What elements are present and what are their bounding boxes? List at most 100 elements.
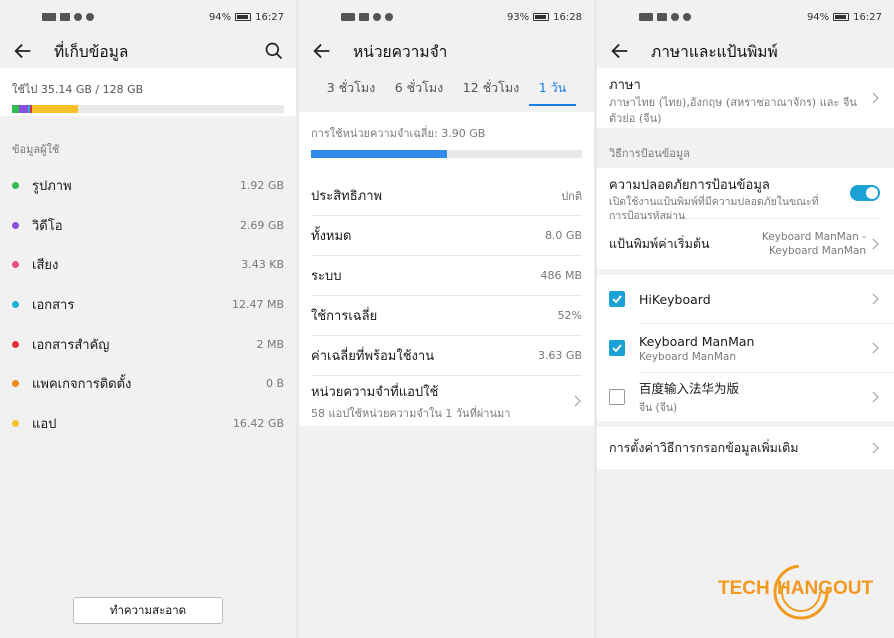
- category-size: 12.47 MB: [231, 298, 284, 312]
- category-row[interactable]: แอป 16.42 GB: [0, 404, 296, 444]
- clock: 16:28: [553, 11, 582, 23]
- category-dot-icon: [12, 380, 19, 388]
- status-bar: 94% 16:27: [597, 0, 894, 34]
- storage-usage: ใช้ไป 35.14 GB / 128 GB: [0, 68, 296, 116]
- language-item[interactable]: ภาษา ภาษาไทย (ไทย),อังกฤษ (สหราชอาณาจักร…: [597, 68, 894, 128]
- category-row[interactable]: เอกสาร 12.47 MB: [0, 285, 296, 325]
- category-dot-icon: [12, 221, 19, 229]
- default-keyboard-value: Keyboard ManMan - Keyboard ManMan: [761, 231, 866, 257]
- input-settings: ความปลอดภัยการป้อนข้อมูล เปิดใช้งานแป้นพ…: [597, 168, 894, 269]
- memory-row-label: ระบบ: [311, 269, 342, 284]
- signal-icons: [42, 13, 94, 21]
- category-label: แพคเกจการติดตั้ง: [32, 377, 132, 393]
- memory-row-label: ใช้การเฉลี่ย: [311, 309, 378, 324]
- keyboard-name: HiKeyboard: [639, 291, 711, 307]
- keyboard-item[interactable]: Keyboard ManMan Keyboard ManMan: [597, 324, 894, 372]
- checkbox-unchecked-icon[interactable]: [609, 389, 625, 405]
- secure-input-toggle[interactable]: [850, 185, 880, 201]
- signal-icons: [341, 13, 393, 21]
- search-icon[interactable]: [264, 41, 284, 61]
- category-size: 1.92 GB: [239, 179, 284, 193]
- secure-input-item: ความปลอดภัยการป้อนข้อมูล เปิดใช้งานแป้นพ…: [597, 168, 894, 222]
- time-tabs: 3 ชั่วโมง 6 ชั่วโมง 12 ชั่วโมง 1 วัน: [299, 68, 594, 108]
- memory-row: ประสิทธิภาพ ปกติ: [311, 176, 582, 216]
- storage-screen: 94% 16:27 ที่เก็บข้อมูล ใช้ไป 35.14 GB / …: [0, 0, 296, 638]
- language-title: ภาษา: [609, 78, 641, 93]
- tab-12h[interactable]: 12 ชั่วโมง: [459, 72, 523, 104]
- logo-text-tech: TECH: [718, 578, 770, 599]
- checkbox-checked-icon[interactable]: [609, 291, 625, 307]
- app-memory-title: หน่วยความจำที่แอปใช้: [311, 384, 439, 400]
- category-size: 2.69 GB: [239, 218, 284, 232]
- battery-icon: [533, 13, 550, 21]
- techhangout-logo: TECH HANGOUT: [718, 564, 873, 620]
- keyboard-sub: Keyboard ManMan: [639, 350, 736, 363]
- memory-row-value: 3.63 GB: [537, 349, 582, 362]
- keyboard-name: 百度输入法华为版: [639, 381, 740, 396]
- memory-row-value: 8.0 GB: [544, 229, 582, 242]
- tab-6h[interactable]: 6 ชั่วโมง: [391, 72, 448, 104]
- memory-row-value: 486 MB: [540, 269, 582, 282]
- memory-row-label: ประสิทธิภาพ: [311, 189, 383, 204]
- storage-bar: [12, 105, 284, 113]
- back-arrow-icon[interactable]: [609, 40, 631, 62]
- keyboard-list: HiKeyboard Keyboard ManMan Keyboard ManMan…: [597, 275, 894, 421]
- memory-bar-fill: [311, 150, 447, 158]
- category-row[interactable]: รูปภาพ 1.92 GB: [0, 166, 296, 206]
- tab-3h[interactable]: 3 ชั่วโมง: [323, 72, 380, 104]
- category-dot-icon: [12, 419, 19, 427]
- memory-row: ระบบ 486 MB: [311, 256, 582, 296]
- category-size: 16.42 GB: [232, 416, 284, 430]
- keyboard-item[interactable]: 百度输入法华为版 จีน (จีน): [597, 373, 894, 421]
- chevron-right-icon: [872, 342, 879, 354]
- default-keyboard-label: แป้นพิมพ์ค่าเริ่มต้น: [609, 236, 710, 251]
- category-label: แอป: [32, 416, 57, 432]
- category-dot-icon: [12, 261, 19, 269]
- category-list: รูปภาพ 1.92 GB วิดีโอ 2.69 GB เสียง 3.43 KB เอ…: [0, 166, 296, 443]
- memory-card: การใช้หน่วยความจำเฉลี่ย: 3.90 GB ประสิทธ…: [299, 112, 594, 426]
- keyboard-item[interactable]: HiKeyboard: [597, 275, 894, 323]
- battery-icon: [235, 13, 252, 21]
- battery-icon: [833, 13, 850, 21]
- more-input-settings[interactable]: การตั้งค่าวิธีการกรอกข้อมูลเพิ่มเติม: [597, 427, 894, 469]
- app-memory-subtitle: 58 แอปใช้หน่วยความจำใน 1 วันที่ผ่านมา: [311, 406, 511, 420]
- input-section-label: วิธีการป้อนข้อมูล: [609, 147, 690, 160]
- back-arrow-icon[interactable]: [311, 40, 333, 62]
- section-label: ข้อมูลผู้ใช้: [12, 143, 60, 156]
- checkbox-checked-icon[interactable]: [609, 340, 625, 356]
- chevron-right-icon: [872, 238, 879, 250]
- chevron-right-icon: [872, 92, 879, 104]
- battery-percent: 94%: [208, 11, 232, 23]
- category-row[interactable]: เอกสารสำคัญ 2 MB: [0, 324, 296, 364]
- default-keyboard-item[interactable]: แป้นพิมพ์ค่าเริ่มต้น Keyboard ManMan - K…: [597, 219, 894, 269]
- secure-input-title: ความปลอดภัยการป้อนข้อมูล: [609, 178, 770, 193]
- category-dot-icon: [12, 182, 19, 190]
- chevron-right-icon: [574, 395, 581, 407]
- tab-1d[interactable]: 1 วัน: [528, 72, 576, 106]
- status-bar: 94% 16:27: [0, 0, 296, 34]
- clean-button[interactable]: ทำความสะอาด: [73, 597, 223, 624]
- app-memory-item[interactable]: หน่วยความจำที่แอปใช้ 58 แอปใช้หน่วยความจ…: [311, 376, 582, 426]
- category-size: 0 B: [265, 377, 284, 391]
- memory-row: ทั้งหมด 8.0 GB: [311, 216, 582, 256]
- keyboard-sub: จีน (จีน): [639, 402, 678, 414]
- category-label: เอกสาร: [32, 298, 75, 314]
- category-dot-icon: [12, 301, 19, 309]
- memory-row: ค่าเฉลี่ยที่พร้อมใช้งาน 3.63 GB: [311, 336, 582, 376]
- category-row[interactable]: วิดีโอ 2.69 GB: [0, 206, 296, 246]
- memory-row-value: ปกติ: [561, 189, 582, 203]
- memory-row-label: ค่าเฉลี่ยที่พร้อมใช้งาน: [311, 349, 435, 364]
- signal-icons: [639, 13, 691, 21]
- category-row[interactable]: เสียง 3.43 KB: [0, 245, 296, 285]
- category-size: 3.43 KB: [241, 258, 284, 272]
- more-input-settings-label: การตั้งค่าวิธีการกรอกข้อมูลเพิ่มเติม: [609, 440, 799, 455]
- status-bar: 93% 16:28: [299, 0, 594, 34]
- category-dot-icon: [12, 340, 19, 348]
- page-title: ที่เก็บข้อมูล: [54, 42, 129, 61]
- chevron-right-icon: [872, 391, 879, 403]
- category-label: รูปภาพ: [32, 179, 72, 195]
- category-row[interactable]: แพคเกจการติดตั้ง 0 B: [0, 364, 296, 404]
- page-title: หน่วยความจำ: [353, 42, 448, 61]
- back-arrow-icon[interactable]: [12, 40, 34, 62]
- memory-rows: ประสิทธิภาพ ปกติทั้งหมด 8.0 GB ระบบ 486 MB ใช…: [311, 176, 582, 376]
